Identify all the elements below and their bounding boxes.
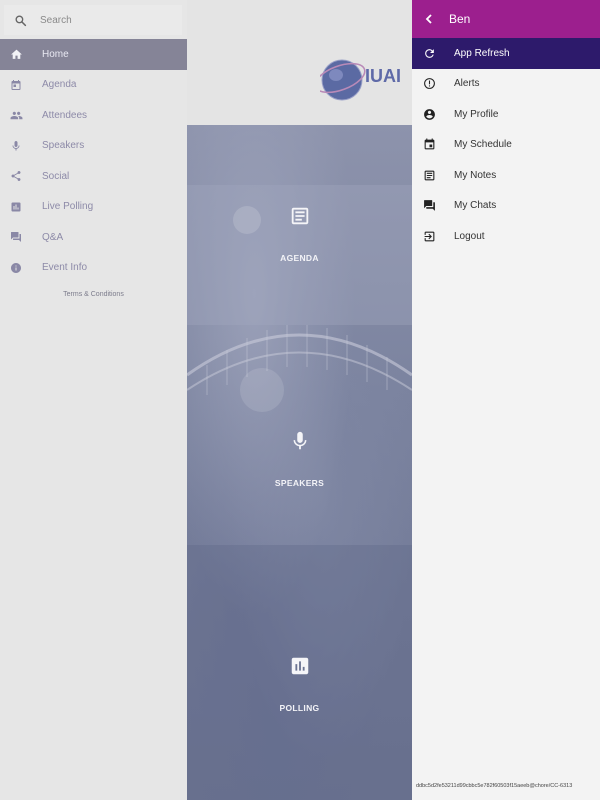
event-icon [422, 138, 436, 152]
header-area: IUAI [187, 0, 412, 125]
user-drawer: Ben App Refresh Alerts My Profile My Sch… [412, 0, 600, 800]
drawer-item-label: My Chats [454, 200, 497, 212]
sidebar-item-event-info[interactable]: Event Info [0, 253, 187, 284]
alert-icon [422, 77, 436, 91]
sidebar-item-agenda[interactable]: Agenda [0, 70, 187, 101]
tile-speakers[interactable]: SPEAKERS [187, 430, 412, 488]
sidebar-item-label: Home [42, 48, 69, 60]
sidebar-item-label: Agenda [42, 79, 77, 91]
drawer-item-label: My Notes [454, 169, 497, 181]
bar-chart-icon [187, 655, 412, 677]
left-sidebar: Home Agenda Attendees Speakers Social [0, 0, 187, 800]
drawer-item-logout[interactable]: Logout [412, 221, 600, 252]
sidebar-item-live-polling[interactable]: Live Polling [0, 192, 187, 223]
microphone-icon [187, 430, 412, 452]
chat-icon [422, 199, 436, 213]
sidebar-item-label: Attendees [42, 109, 88, 121]
tile-polling[interactable]: POLLING [187, 655, 412, 713]
forum-icon [9, 230, 23, 244]
drawer-item-label: Alerts [454, 78, 480, 90]
drawer-item-alerts[interactable]: Alerts [412, 69, 600, 100]
logout-icon [422, 229, 436, 243]
calendar-icon [9, 78, 23, 92]
drawer-item-label: My Schedule [454, 139, 512, 151]
drawer-item-label: My Profile [454, 108, 499, 120]
search-input[interactable] [40, 14, 160, 26]
chevron-left-icon[interactable] [424, 14, 434, 24]
sidebar-item-label: Social [42, 170, 70, 182]
sidebar-item-label: Speakers [42, 140, 85, 152]
tile-label: POLLING [279, 703, 320, 713]
microphone-icon [9, 139, 23, 153]
search-box[interactable] [4, 5, 182, 35]
drawer-item-my-notes[interactable]: My Notes [412, 160, 600, 191]
account-icon [422, 107, 436, 121]
drawer-item-my-schedule[interactable]: My Schedule [412, 130, 600, 161]
drawer-item-my-profile[interactable]: My Profile [412, 99, 600, 130]
sidebar-item-social[interactable]: Social [0, 161, 187, 192]
tile-label: AGENDA [280, 253, 319, 263]
share-icon [9, 169, 23, 183]
sidebar-item-attendees[interactable]: Attendees [0, 100, 187, 131]
sidebar-item-label: Event Info [42, 262, 88, 274]
hero-background: AGENDA SPEAKERS POLLING [187, 125, 412, 800]
sidebar-item-home[interactable]: Home [0, 39, 187, 70]
info-icon [9, 261, 23, 275]
sidebar-item-qa[interactable]: Q&A [0, 222, 187, 253]
sidebar-item-label: Q&A [42, 231, 64, 243]
terms-link[interactable]: Terms & Conditions [0, 291, 187, 298]
refresh-icon [422, 46, 436, 60]
home-icon [9, 47, 23, 61]
drawer-item-app-refresh[interactable]: App Refresh [412, 38, 600, 69]
drawer-item-label: App Refresh [454, 47, 510, 59]
search-icon [12, 12, 28, 28]
sidebar-nav: Home Agenda Attendees Speakers Social Li… [0, 39, 187, 283]
notes-icon [187, 205, 412, 227]
notes-icon [422, 168, 436, 182]
drawer-item-my-chats[interactable]: My Chats [412, 191, 600, 222]
main-content: IUAI AGENDA SPEAKERS POLLING [187, 0, 412, 800]
drawer-title: Ben [449, 12, 471, 26]
drawer-item-label: Logout [454, 230, 485, 242]
people-icon [9, 108, 23, 122]
tile-agenda[interactable]: AGENDA [187, 205, 412, 263]
sidebar-item-speakers[interactable]: Speakers [0, 131, 187, 162]
logo-text: IUAI [365, 66, 401, 86]
build-id: ddbc5d2fe53211d99cbbc5e782f60503f15aeeb@… [416, 783, 573, 789]
sidebar-item-label: Live Polling [42, 201, 94, 213]
event-logo: IUAI [314, 53, 412, 107]
bar-chart-icon [9, 200, 23, 214]
tile-label: SPEAKERS [274, 478, 325, 488]
drawer-header: Ben [412, 0, 600, 38]
